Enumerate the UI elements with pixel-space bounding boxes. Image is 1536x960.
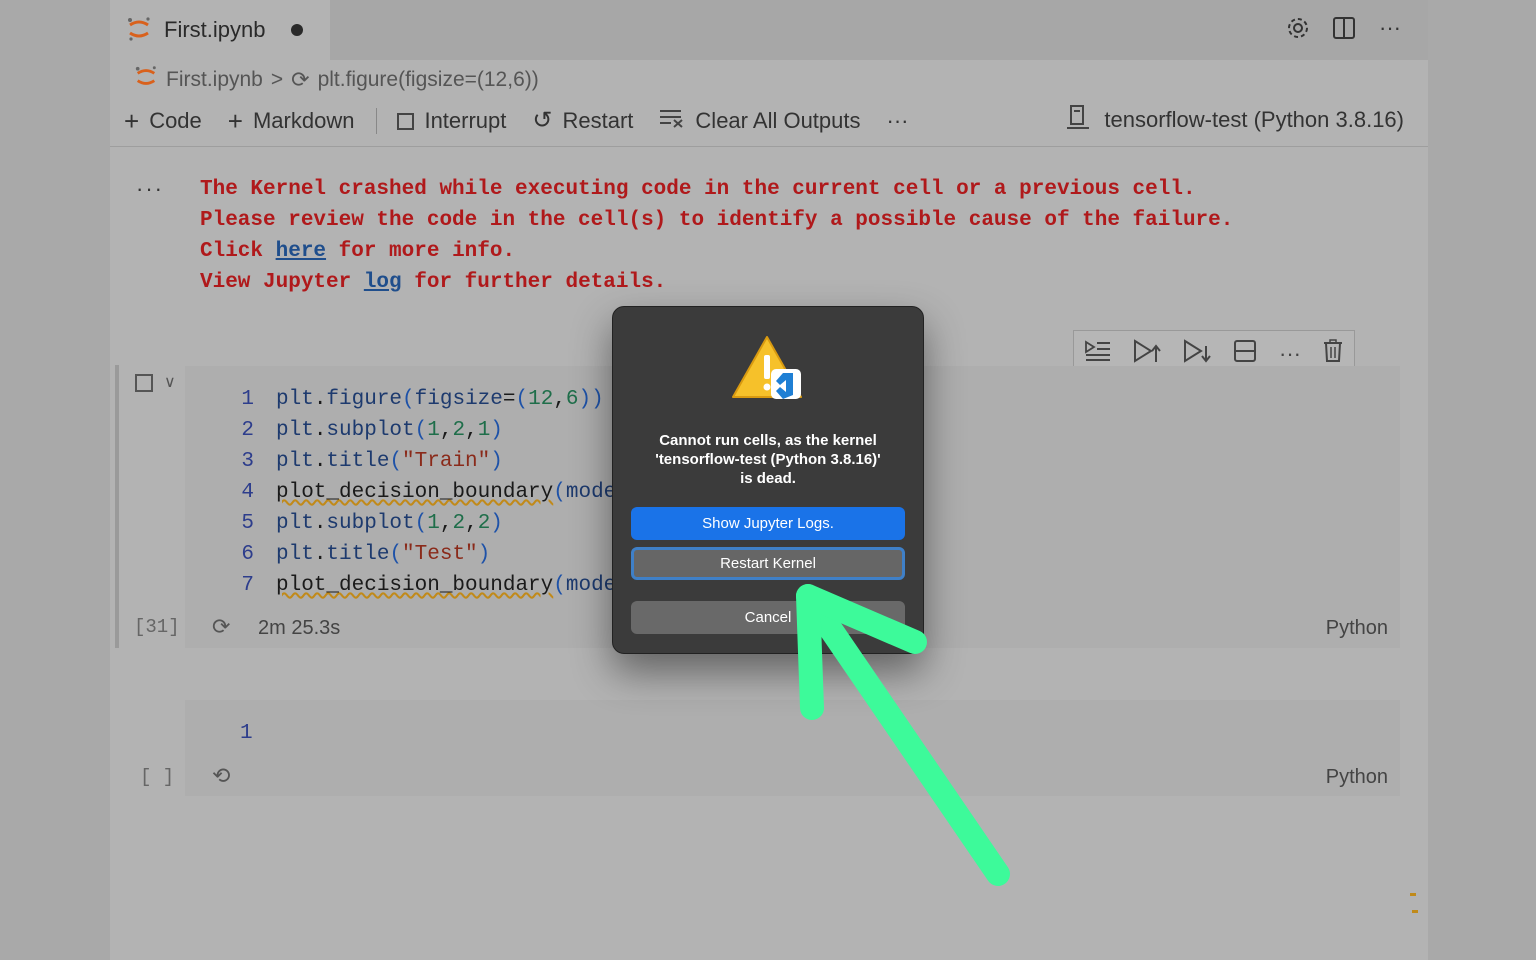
split-cell-icon[interactable] (1233, 339, 1257, 369)
kernel-dead-dialog: Cannot run cells, as the kernel 'tensorf… (612, 306, 924, 654)
code-line: 2 plt.subplot(1,2,1) (230, 415, 616, 446)
history-icon: ⟲ (212, 763, 231, 788)
dialog-message-line: Cannot run cells, as the kernel (659, 432, 877, 449)
dialog-message-line: is dead. (740, 470, 796, 487)
restart-icon: ↺ (532, 107, 553, 134)
toolbar-more-button[interactable]: ··· (887, 108, 909, 134)
split-editor-icon[interactable] (1330, 14, 1358, 42)
cell-focus-bar (115, 365, 119, 648)
line-number: 3 (241, 450, 254, 473)
error-line-3-pre: Click (200, 240, 276, 263)
restart-kernel-button[interactable]: Restart Kernel (631, 547, 905, 580)
error-line-3-post: for more info. (326, 240, 516, 263)
line-number: 6 (241, 543, 254, 566)
code-line: 5 plt.subplot(1,2,2) (230, 508, 616, 539)
cell-language[interactable]: Python (1326, 766, 1388, 789)
code-editor[interactable]: 1 plt.figure(figsize=(12,6)) 2 plt.subplot… (230, 384, 616, 601)
clear-all-outputs-label: Clear All Outputs (695, 108, 861, 133)
refresh-icon: ⟳ (291, 67, 310, 92)
clear-outputs-icon (659, 108, 685, 134)
jupyter-log-link[interactable]: log (364, 271, 402, 294)
settings-gear-icon[interactable] (1284, 14, 1312, 42)
scrollbar-marker[interactable] (1410, 893, 1418, 923)
code-cell-2[interactable] (185, 700, 1400, 796)
unsaved-dot-icon[interactable] (291, 24, 303, 36)
add-code-button[interactable]: + Code (124, 108, 202, 134)
execution-count: [31] (134, 616, 180, 638)
warning-icon (731, 335, 805, 408)
delete-cell-trash-icon[interactable] (1323, 339, 1343, 369)
execute-above-icon[interactable] (1133, 339, 1161, 369)
breadcrumb: First.ipynb > ⟳ plt.figure(figsize=(12,6… (134, 64, 539, 96)
interrupt-button[interactable]: Interrupt (397, 108, 506, 134)
stop-square-icon (397, 112, 415, 130)
tab-title: First.ipynb (164, 17, 266, 42)
tab-first-ipynb[interactable]: First.ipynb (110, 0, 330, 60)
line-number: 1 (240, 722, 253, 745)
add-markdown-button[interactable]: + Markdown (228, 108, 355, 134)
more-info-link[interactable]: here (276, 240, 326, 263)
cancel-button[interactable]: Cancel (631, 601, 905, 634)
line-number: 5 (241, 512, 254, 535)
toolbar-divider-line (110, 146, 1428, 147)
plus-icon: + (124, 106, 140, 136)
line-number: 1 (241, 388, 254, 411)
error-line-4-post: for further details. (401, 271, 667, 294)
tab-actions: ··· (1284, 14, 1404, 42)
run-by-line-icon[interactable] (1085, 340, 1111, 368)
interrupt-label: Interrupt (424, 108, 507, 133)
kernel-crash-output: The Kernel crashed while executing code … (200, 174, 1233, 298)
add-markdown-label: Markdown (252, 108, 355, 133)
line-number: 2 (241, 419, 254, 442)
left-margin (0, 0, 110, 960)
plus-icon: + (227, 106, 243, 136)
line-number: 4 (241, 481, 254, 504)
dialog-message: Cannot run cells, as the kernel 'tensorf… (613, 431, 923, 488)
restart-button[interactable]: ↺ Restart (532, 108, 633, 134)
output-more-icon[interactable]: ··· (136, 176, 164, 202)
more-actions-icon[interactable]: ··· (1376, 14, 1404, 42)
breadcrumb-separator: > (270, 68, 284, 91)
execution-time: 2m 25.3s (258, 617, 341, 639)
kernel-picker[interactable]: tensorflow-test (Python 3.8.16) (1066, 104, 1404, 136)
add-code-label: Code (149, 108, 202, 133)
execute-below-icon[interactable] (1183, 339, 1211, 369)
error-line-2: Please review the code in the cell(s) to… (200, 209, 1234, 232)
cell-more-icon[interactable]: ··· (1279, 341, 1301, 367)
breadcrumb-symbol[interactable]: plt.figure(figsize=(12,6)) (318, 68, 539, 92)
line-number: 7 (241, 574, 254, 597)
cell-select-checkbox[interactable] (135, 374, 153, 392)
dialog-message-line: 'tensorflow-test (Python 3.8.16)' (655, 451, 881, 468)
error-line-1: The Kernel crashed while executing code … (200, 178, 1196, 201)
code-line: 4 plot_decision_boundary(mode (230, 477, 616, 508)
cell-language[interactable]: Python (1326, 617, 1388, 640)
execution-count: [ ] (140, 766, 175, 788)
breadcrumb-jupyter-icon (134, 65, 158, 95)
breadcrumb-file[interactable]: First.ipynb (166, 68, 263, 92)
error-line-4-pre: View Jupyter (200, 271, 364, 294)
notebook-toolbar: + Code + Markdown Interrupt ↺ Restart Cl… (124, 102, 934, 140)
refresh-icon: ⟳ (212, 614, 231, 639)
clear-all-outputs-button[interactable]: Clear All Outputs (659, 108, 861, 134)
right-margin (1428, 0, 1536, 960)
code-line: 1 plt.figure(figsize=(12,6)) (230, 384, 616, 415)
chevron-down-icon[interactable]: ∨ (164, 372, 176, 392)
kernel-label: tensorflow-test (Python 3.8.16) (1104, 107, 1404, 132)
restart-label: Restart (562, 108, 634, 133)
tab-bar: First.ipynb ··· (110, 0, 1428, 60)
toolbar-divider (376, 108, 378, 134)
kernel-server-icon (1066, 104, 1090, 136)
jupyter-icon (126, 16, 152, 47)
code-line: 7 plot_decision_boundary(mode (230, 570, 616, 601)
toolbar-more-label: ··· (886, 108, 909, 133)
code-line: 6 plt.title("Test") (230, 539, 616, 570)
show-jupyter-logs-button[interactable]: Show Jupyter Logs. (631, 507, 905, 540)
code-line: 3 plt.title("Train") (230, 446, 616, 477)
